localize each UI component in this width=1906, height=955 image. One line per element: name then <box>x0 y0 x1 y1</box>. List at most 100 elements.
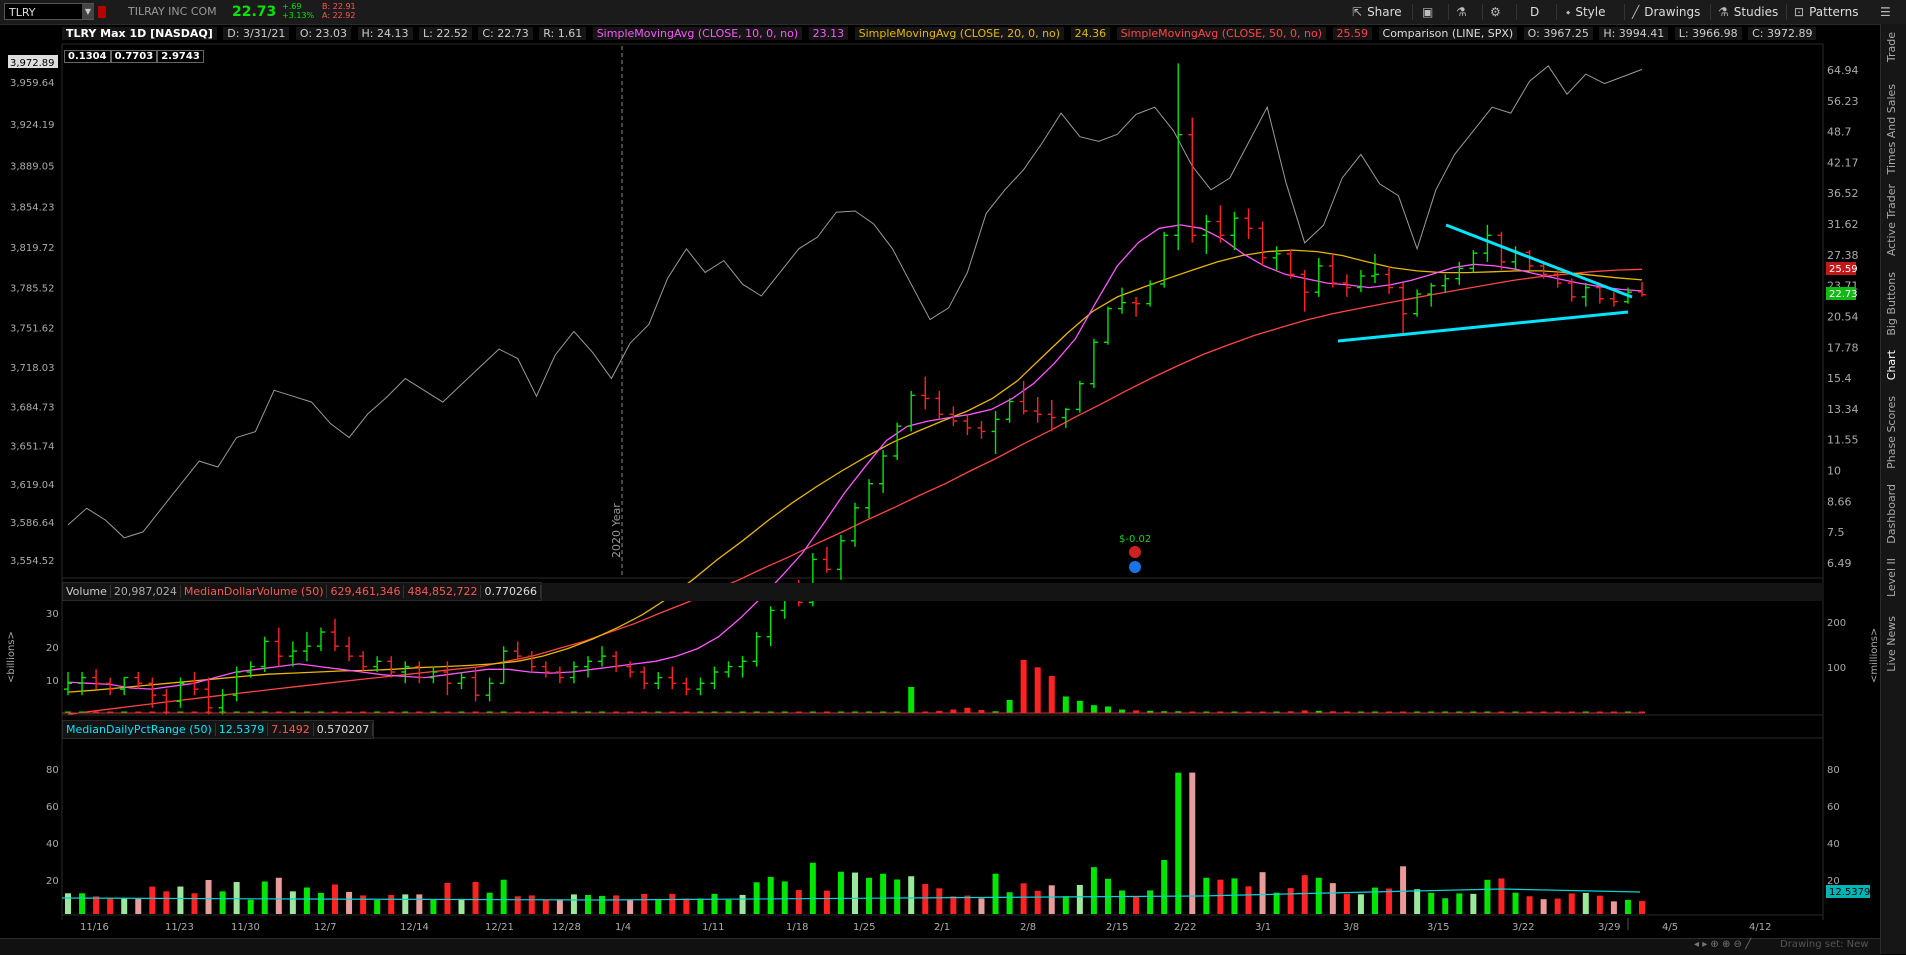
pct-range-bar <box>528 895 535 914</box>
sidebar-item-trade[interactable]: Trade <box>1885 32 1903 62</box>
pct-range-bar <box>360 895 367 914</box>
price-tick-label: 36.52 <box>1827 187 1859 200</box>
pct-range-bar <box>1301 875 1308 914</box>
pct-range-bar <box>669 893 676 914</box>
zoom-controls[interactable]: ◂ ▸ ⊕ ⊕ ⊖ ╱ <box>1694 939 1751 950</box>
pct-axis: 80 8060 6040 4020 20 <box>46 765 1840 887</box>
pct-range-bar <box>1119 890 1126 914</box>
pct-range-bar <box>233 882 240 914</box>
volume-label[interactable]: Volume <box>63 585 111 598</box>
pct-range-bar <box>1062 896 1069 914</box>
pct-range-bar <box>486 892 493 914</box>
pct-range-bar <box>402 894 409 914</box>
pct-range-bar <box>1315 877 1322 914</box>
pct-range-bar <box>374 900 381 914</box>
volume-bar <box>908 686 915 713</box>
volume-bar <box>1076 700 1083 713</box>
pct-range-bar <box>1414 889 1421 914</box>
time-axis-label: 4/12 <box>1749 922 1771 933</box>
sidebar-item-chart[interactable]: Chart <box>1885 350 1903 380</box>
pct-range-bar <box>219 891 226 914</box>
sidebar-item-times-and-sales[interactable]: Times And Sales <box>1885 84 1903 174</box>
pct-range-bar <box>107 898 114 914</box>
pct-range-bar <box>1076 884 1083 914</box>
volume-bar <box>1006 699 1013 713</box>
pct-range-bar <box>1090 867 1097 914</box>
right-sidebar: Trade Times And Sales Active Trader Big … <box>1880 24 1906 954</box>
pct-range-bar <box>809 862 816 914</box>
pct-range-bar <box>556 899 563 914</box>
spx-tick-label: 3,854.23 <box>10 202 55 213</box>
sidebar-item-live-news[interactable]: Live News <box>1885 616 1903 672</box>
pct-range-bar <box>1596 895 1603 914</box>
pct-range-bar <box>767 876 774 914</box>
pct-range-bar <box>739 894 746 914</box>
dividend-icon[interactable] <box>1129 561 1141 573</box>
volume-axis-label: 30 <box>46 609 59 620</box>
right-price-axis: 64.9456.2348.742.1736.5231.6227.3823.712… <box>1827 64 1859 570</box>
volume-panel-header: Volume 20,987,024 MedianDollarVolume (50) 6… <box>62 582 542 601</box>
earnings-label: $-0.02 <box>1119 534 1151 545</box>
time-axis-label: 3/15 <box>1427 922 1449 933</box>
pct-range-bar <box>711 893 718 914</box>
pct-range-bar <box>1442 898 1449 914</box>
pct-range-value-2: 7.1492 <box>268 723 314 736</box>
sidebar-item-dashboard[interactable]: Dashboard <box>1885 484 1903 544</box>
median-dollar-volume-label[interactable]: MedianDollarVolume (50) <box>180 585 328 598</box>
time-axis-label: 3/1 <box>1255 922 1271 933</box>
earnings-icon[interactable] <box>1129 546 1141 558</box>
sidebar-item-big-buttons[interactable]: Big Buttons <box>1885 272 1903 336</box>
price-tick-label: 20.54 <box>1827 310 1859 323</box>
spx-tick-label: 3,959.64 <box>10 78 55 89</box>
pct-range-bar <box>837 871 844 914</box>
pct-panel-header: MedianDailyPctRange (50) 12.5379 7.1492 0.5… <box>62 720 375 739</box>
pct-range-bar <box>346 891 353 914</box>
pct-axis-label: 40 <box>1827 839 1840 850</box>
drawing-set-label[interactable]: Drawing set: New <box>1780 939 1868 950</box>
spx-tick-label: 3,718.03 <box>10 363 55 374</box>
sma50-line <box>67 268 1643 716</box>
sidebar-item-active-trader[interactable]: Active Trader <box>1885 184 1903 256</box>
pct-range-bar <box>1470 893 1477 914</box>
pct-axis-label: 80 <box>46 765 59 776</box>
earnings-marker[interactable]: $-0.02 <box>1119 534 1151 573</box>
pct-range-bar <box>177 886 184 914</box>
time-axis-label: 12/14 <box>400 922 429 933</box>
pct-range-bar <box>444 882 451 914</box>
time-axis-label: 11/30 <box>231 922 260 933</box>
pct-range-bar <box>781 881 788 914</box>
pct-range-bar <box>275 877 282 914</box>
pct-range-bar <box>697 898 704 914</box>
pct-range-value: 12.5379 <box>215 723 269 736</box>
pct-range-bar <box>866 877 873 914</box>
pct-range-bar <box>1048 885 1055 914</box>
pct-range-bar <box>1400 866 1407 914</box>
price-tick-label: 6.49 <box>1827 557 1852 570</box>
pct-range-bar <box>1498 878 1505 914</box>
price-tick-label: 7.5 <box>1827 526 1845 539</box>
pct-range-bar <box>753 882 760 914</box>
pct-range-bar <box>1554 898 1561 914</box>
sidebar-item-level-ii[interactable]: Level II <box>1885 558 1903 597</box>
menu-button[interactable]: ☰ <box>1880 0 1896 24</box>
pct-range-bar <box>1343 893 1350 914</box>
pct-range-bar <box>261 881 268 914</box>
spx-tick-label: 3,751.62 <box>10 323 55 334</box>
pct-range-bar <box>599 895 606 914</box>
time-axis-label: 2/8 <box>1020 922 1036 933</box>
lower-trendline[interactable] <box>1337 310 1629 343</box>
sidebar-item-phase-scores[interactable]: Phase Scores <box>1885 396 1903 469</box>
price-chart[interactable]: 2020 Year $-0.02 64.94 56.23 48.7 42.17 36.5… <box>0 0 1880 954</box>
volume-axis: 30 20 10 200 100 <box>46 609 1846 687</box>
trendlines[interactable] <box>1337 223 1633 343</box>
volume-bar <box>1048 676 1055 713</box>
sma50-tag-text: 25.59 <box>1829 264 1858 275</box>
time-axis-label: 4/5 <box>1662 922 1678 933</box>
pct-range-bar <box>584 894 591 914</box>
pct-range-bar <box>627 899 634 914</box>
pct-range-bar <box>613 895 620 914</box>
pct-range-label[interactable]: MedianDailyPctRange (50) <box>63 723 216 736</box>
time-axis-label: 3/8 <box>1343 922 1359 933</box>
time-axis-label: 3/22 <box>1512 922 1534 933</box>
pct-range-bar <box>1512 892 1519 914</box>
